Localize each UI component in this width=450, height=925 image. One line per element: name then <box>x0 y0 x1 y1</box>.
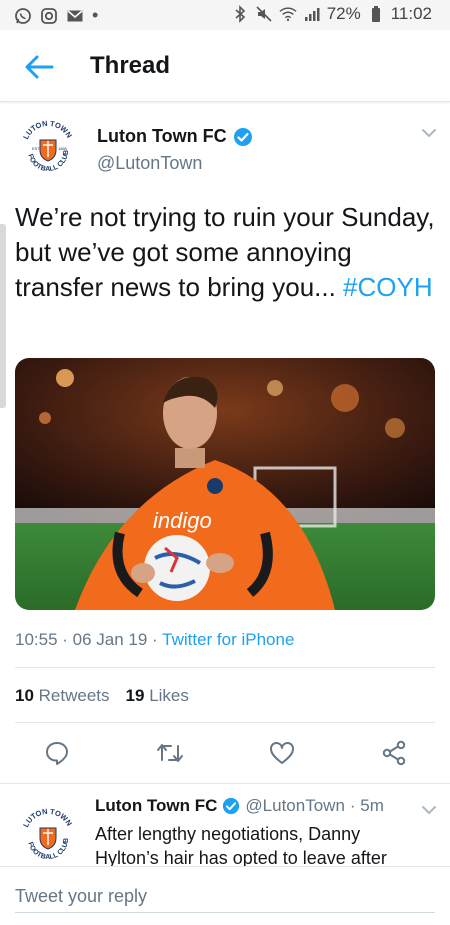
battery-icon <box>367 5 385 23</box>
status-bar: • 72% 11:02 <box>0 0 450 30</box>
heart-icon <box>270 742 294 764</box>
tweet-meta: 10:55 · 06 Jan 19 · Twitter for iPhone <box>15 630 294 650</box>
footballer-photo: indigo <box>15 358 435 610</box>
gmail-icon <box>66 7 84 25</box>
retweet-icon <box>157 744 183 762</box>
wifi-icon <box>279 5 297 23</box>
verified-badge-icon <box>223 797 240 815</box>
tweet-timestamp: 10:55 · 06 Jan 19 · <box>15 630 163 649</box>
reply-header: Luton Town FC @LutonTown · 5m <box>95 796 384 816</box>
author-handle[interactable]: @LutonTown <box>97 153 202 174</box>
reply-avatar[interactable]: LUTON TOWN FOOTBALL CLUB <box>18 806 78 866</box>
mute-icon <box>255 5 273 23</box>
whatsapp-icon <box>14 7 32 25</box>
status-system: 72% 11:02 <box>231 4 432 24</box>
tweet-photo[interactable]: indigo <box>15 358 435 610</box>
reply-icon <box>46 742 68 765</box>
retweets-count[interactable]: 10 Retweets <box>15 686 110 706</box>
hashtag-link[interactable]: #COYH <box>343 272 433 302</box>
reply-compose-bar <box>0 866 450 925</box>
scroll-indicator <box>0 224 6 408</box>
tweet-source-link[interactable]: Twitter for iPhone <box>162 630 294 649</box>
back-button[interactable] <box>22 50 56 84</box>
svg-text:1885: 1885 <box>58 146 68 151</box>
author-name[interactable]: Luton Town FC <box>97 126 227 147</box>
bluetooth-icon <box>231 5 249 23</box>
instagram-icon <box>40 7 58 25</box>
tweet-author[interactable]: Luton Town FC <box>97 126 253 147</box>
reply-author-handle[interactable]: @LutonTown <box>245 796 345 816</box>
divider <box>15 722 435 723</box>
retweet-button[interactable] <box>155 738 185 768</box>
likes-count[interactable]: 19 Likes <box>126 686 189 706</box>
svg-text:EST: EST <box>32 146 40 151</box>
share-button[interactable] <box>379 738 409 768</box>
reply-button[interactable] <box>42 738 72 768</box>
battery-percent: 72% <box>326 4 361 23</box>
reply-author-name[interactable]: Luton Town FC <box>95 796 217 816</box>
clock: 11:02 <box>390 4 432 23</box>
back-arrow-icon <box>25 55 54 79</box>
luton-town-avatar[interactable]: LUTON TOWN FOOTBALL CLUB EST 1885 <box>18 118 78 178</box>
verified-badge-icon <box>233 127 252 146</box>
more-notifications-dot-icon: • <box>92 5 99 25</box>
like-button[interactable] <box>267 738 297 768</box>
page-title: Thread <box>90 52 171 79</box>
signal-icon <box>303 5 321 23</box>
svg-text:indigo: indigo <box>153 508 212 533</box>
share-icon <box>382 740 406 766</box>
tweet-text: We’re not trying to ruin your Sunday, bu… <box>15 200 435 305</box>
chevron-down-icon[interactable] <box>420 124 438 142</box>
chevron-down-icon[interactable] <box>420 801 438 819</box>
app-header: Thread <box>0 30 450 102</box>
tweet-reply-input[interactable] <box>15 881 435 913</box>
reply-text: After lengthy negotiations, Danny Hylton… <box>95 824 387 868</box>
status-notifications: • <box>14 5 98 26</box>
divider <box>0 783 450 784</box>
tweet-actions <box>0 738 450 768</box>
engagement-counts: 10 Retweets 19 Likes <box>15 686 189 706</box>
divider <box>15 667 435 668</box>
reply-time: · 5m <box>349 796 384 815</box>
